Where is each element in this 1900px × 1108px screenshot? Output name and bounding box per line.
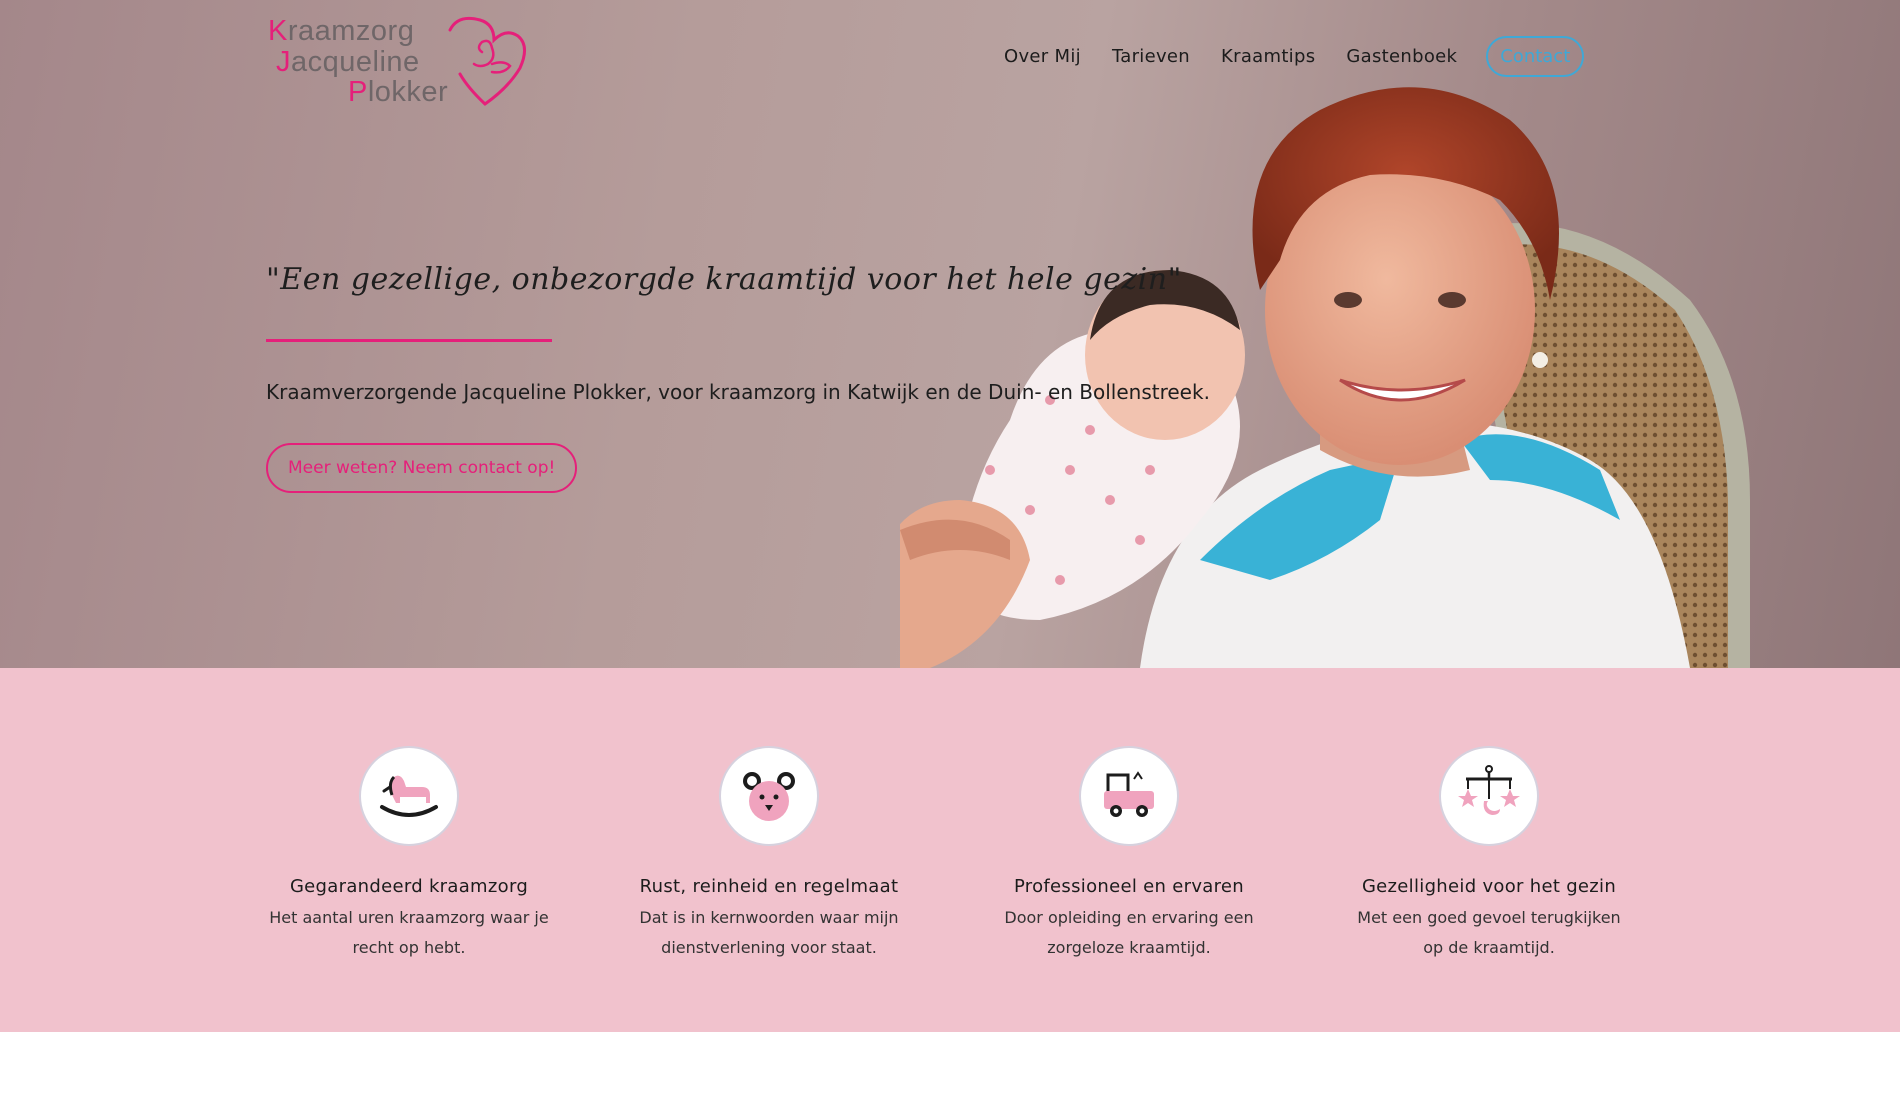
feature-icon-circle [719, 746, 819, 846]
heart-mother-baby-icon [448, 16, 526, 106]
rocking-horse-icon [380, 775, 438, 817]
feature-icon-circle [1439, 746, 1539, 846]
feature-item: Rust, reinheid en regelmaat Dat is in ke… [609, 746, 929, 963]
toy-car-icon [1104, 771, 1154, 817]
feature-title: Professioneel en ervaren [1013, 876, 1245, 897]
feature-icon-circle [359, 746, 459, 846]
nav-item-kraamtips[interactable]: Kraamtips [1221, 46, 1315, 67]
feature-description: Met een goed gevoel terugkijken op de kr… [1357, 908, 1621, 957]
feature-icon-circle [1079, 746, 1179, 846]
feature-item: Gegarandeerd kraamzorg Het aantal uren k… [249, 746, 569, 963]
hero-photo [900, 87, 1750, 668]
nav-item-gastenboek[interactable]: Gastenboek [1346, 46, 1457, 67]
hero-divider [266, 339, 552, 342]
teddy-bear-icon [743, 772, 795, 821]
hero-tagline: "Een gezellige, onbezorgde kraamtijd voo… [266, 262, 1182, 297]
hero-subtitle: Kraamverzorgende Jacqueline Plokker, voo… [266, 380, 1210, 404]
logo-line-2: Jacqueline [276, 46, 420, 78]
feature-description: Het aantal uren kraamzorg waar je recht … [269, 908, 549, 957]
feature-item: Gezelligheid voor het gezin Met een goed… [1329, 746, 1649, 963]
nav-item-tarieven[interactable]: Tarieven [1112, 46, 1190, 67]
hero-section: Kraamzorg Jacqueline Plokker Over Mij Ta… [0, 0, 1900, 668]
feature-title: Gezelligheid voor het gezin [1361, 876, 1617, 897]
feature-description: Dat is in kernwoorden waar mijn dienstve… [639, 908, 899, 957]
feature-item: Professioneel en ervaren Door opleiding … [969, 746, 1289, 963]
baby-mobile-icon [1458, 765, 1520, 815]
hero-cta-button[interactable]: Meer weten? Neem contact op! [266, 443, 578, 493]
features-section: Gegarandeerd kraamzorg Het aantal uren k… [0, 668, 1900, 1032]
nav-contact-button[interactable]: Contact [1486, 36, 1585, 77]
feature-description: Door opleiding en ervaring een zorgeloze… [1004, 908, 1254, 957]
main-nav: Over Mij Tarieven Kraamtips Gastenboek C… [1004, 36, 1585, 77]
feature-title: Rust, reinheid en regelmaat [639, 876, 899, 897]
feature-title: Gegarandeerd kraamzorg [289, 876, 529, 897]
site-logo[interactable]: Kraamzorg Jacqueline Plokker [268, 8, 528, 108]
logo-line-1: Kraamzorg [268, 15, 415, 47]
nav-item-over-mij[interactable]: Over Mij [1004, 46, 1081, 67]
